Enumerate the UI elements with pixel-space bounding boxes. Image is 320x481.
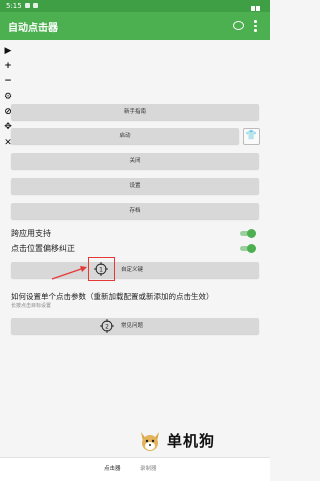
close-button[interactable]: 关闭 — [11, 153, 259, 169]
app-title: 自动点击器 — [8, 23, 58, 34]
common-issues-button[interactable]: 常见问题 — [11, 318, 259, 334]
cross-app-label: 跨应用支持 — [11, 229, 51, 238]
settings-button[interactable]: 设置 — [11, 178, 259, 194]
start-button[interactable]: 启动 — [11, 128, 239, 144]
tab-clicker[interactable]: 点击器 — [104, 464, 121, 472]
app-bar: 自动点击器 — [0, 12, 270, 40]
watermark: 单机狗 — [137, 428, 237, 454]
overflow-menu-icon[interactable] — [254, 20, 257, 32]
marker-two-text: 2 — [105, 324, 109, 331]
chat-icon[interactable] — [233, 21, 244, 30]
status-time: 5:15 — [6, 2, 22, 10]
minus-icon[interactable]: − — [3, 76, 13, 86]
offset-fix-label: 点击位置偏移纠正 — [11, 244, 75, 253]
param-title: 如何设置单个点击参数（重新加载配置或新添加的点击生效） — [11, 292, 214, 301]
guide-button[interactable]: 新手指南 — [11, 104, 259, 120]
cross-app-toggle[interactable] — [238, 229, 256, 238]
notification-icon — [25, 3, 30, 8]
battery-icon — [250, 3, 264, 11]
status-bar: 5:15 — [0, 0, 270, 12]
marker-one-text: 1 — [99, 267, 103, 274]
crosshair-target-icon[interactable]: 1 — [94, 262, 108, 276]
notification-icon — [33, 3, 38, 8]
watermark-text: 单机狗 — [167, 432, 216, 450]
bottom-nav: 点击器 录制器 — [0, 457, 270, 481]
custom-action-button[interactable]: 自定义键 — [11, 262, 259, 278]
gear-icon[interactable]: ⚙ — [3, 92, 13, 102]
arrow-icon — [51, 266, 87, 280]
offset-fix-toggle[interactable] — [238, 244, 256, 253]
archive-button[interactable]: 存档 — [11, 203, 259, 219]
plus-icon[interactable]: + — [3, 61, 13, 71]
play-icon[interactable]: ▶ — [3, 46, 13, 56]
param-subtitle: 长按点击目标设置 — [11, 303, 52, 309]
crosshair-target-icon[interactable]: 2 — [100, 319, 114, 333]
dog-logo-icon — [141, 432, 159, 451]
tab-recorder[interactable]: 录制器 — [140, 464, 157, 472]
shirt-icon[interactable]: 👕 — [243, 128, 260, 145]
